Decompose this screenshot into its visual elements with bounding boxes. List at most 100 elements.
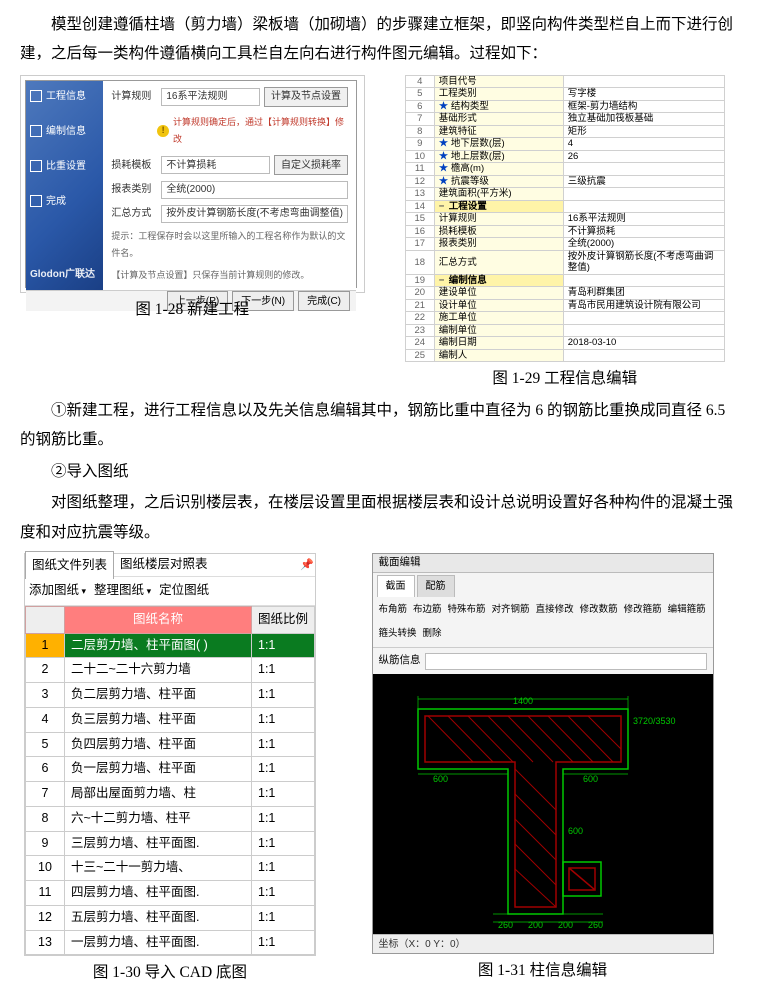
toolbar-button[interactable]: 直接修改 — [536, 601, 574, 619]
table-row[interactable]: 8建筑特征矩形 — [405, 125, 724, 138]
table-row[interactable]: 3负二层剪力墙、柱平面1:1 — [26, 683, 315, 708]
table-row[interactable]: 7基础形式独立基础加筏板基础 — [405, 113, 724, 126]
table-row[interactable]: 4项目代号 — [405, 75, 724, 88]
table-row[interactable]: 7局部出屋面剪力墙、柱1:1 — [26, 782, 315, 807]
dim-b1: 260 — [498, 920, 513, 930]
rebar-info-input[interactable] — [425, 653, 707, 670]
table-row[interactable]: 23编制单位 — [405, 324, 724, 337]
toolbar-button[interactable]: 布边筋 — [413, 601, 442, 619]
project-info-table: 4项目代号5工程类别写字楼6★ 结构类型框架-剪力墙结构7基础形式独立基础加筏板… — [405, 75, 725, 363]
dim-right: 600 — [583, 774, 598, 784]
cad-canvas[interactable]: 1400 600 600 600 260 200 200 260 3720/35… — [373, 674, 713, 934]
drawing-list-panel: 图纸文件列表 图纸楼层对照表 📌 添加图纸 整理图纸 定位图纸 图纸名称 图纸比… — [24, 553, 316, 956]
status-bar: 坐标（X：0 Y：0） — [373, 934, 713, 953]
para-step2b: 对图纸整理，之后识别楼层表，在楼层设置里面根据楼层表和设计总说明设置好各种构件的… — [20, 488, 737, 547]
wizard-hint-2: 【计算及节点设置】只保存当前计算规则的修改。 — [111, 267, 348, 284]
table-row[interactable]: 9三层剪力墙、柱平面图.1:1 — [26, 831, 315, 856]
table-row[interactable]: 11★ 檐高(m) — [405, 163, 724, 176]
toolbar-button[interactable]: 特殊布筋 — [448, 601, 486, 619]
toolbar-button[interactable]: 修改箍筋 — [624, 601, 662, 619]
loss-template-label: 损耗模板 — [111, 156, 157, 175]
tab-section[interactable]: 截面 — [377, 575, 415, 597]
brand-label: Glodon广联达 — [30, 265, 99, 284]
dim-rvert: 600 — [568, 826, 583, 836]
finish-button[interactable]: 完成(C) — [298, 291, 350, 311]
figure-128-frame: 工程信息 编制信息 比重设置 完成 Glodon广联达 计算规则 16系平法规则… — [20, 75, 365, 293]
caption-129: 图 1-29 工程信息编辑 — [492, 364, 637, 393]
dim-top: 1400 — [513, 696, 533, 706]
table-row[interactable]: 24编制日期2018-03-10 — [405, 337, 724, 350]
report-type-select[interactable]: 全统(2000) — [161, 181, 348, 199]
dim-left: 600 — [433, 774, 448, 784]
add-drawing-menu[interactable]: 添加图纸 — [29, 579, 86, 603]
table-row[interactable]: 6★ 结构类型框架-剪力墙结构 — [405, 100, 724, 113]
rebar-info-label: 纵筋信息 — [379, 651, 421, 671]
loss-template-select[interactable]: 不计算损耗 — [161, 156, 270, 174]
table-row[interactable]: 12★ 抗震等级三级抗震 — [405, 175, 724, 188]
table-row[interactable]: 2二十二~二十六剪力墙1:1 — [26, 658, 315, 683]
toolbar-button[interactable]: 删除 — [423, 625, 442, 643]
table-row[interactable]: 16损耗模板不计算损耗 — [405, 225, 724, 238]
editor-title: 截面编辑 — [373, 554, 713, 573]
warn-row: ! 计算规则确定后，通过【计算规则转换】修改 — [157, 114, 348, 148]
pin-icon[interactable]: 📌 — [299, 555, 315, 576]
warning-icon: ! — [157, 125, 169, 137]
dim-far: 3720/3530 — [633, 716, 676, 726]
toolbar-button[interactable]: 编辑箍筋 — [668, 601, 706, 619]
toolbar-button[interactable]: 对齐钢筋 — [492, 601, 530, 619]
custom-loss-button[interactable]: 自定义损耗率 — [274, 155, 348, 175]
dim-b2: 200 — [528, 920, 543, 930]
table-row[interactable]: 17报表类别全统(2000) — [405, 238, 724, 251]
report-type-label: 报表类别 — [111, 180, 157, 199]
tab-floor-map[interactable]: 图纸楼层对照表 — [114, 551, 214, 579]
wizard-step-2[interactable]: 编制信息 — [30, 122, 99, 141]
wizard-step-3[interactable]: 比重设置 — [30, 157, 99, 176]
table-row[interactable]: 9★ 地下层数(层)4 — [405, 138, 724, 151]
caption-131: 图 1-31 柱信息编辑 — [478, 956, 607, 985]
wizard-step-4[interactable]: 完成 — [30, 192, 99, 211]
summary-mode-label: 汇总方式 — [111, 204, 157, 223]
editor-toolbar: 布角筋布边筋特殊布筋对齐钢筋直接修改修改数筋修改箍筋编辑箍筋箍头转换删除 — [373, 597, 713, 648]
table-row[interactable]: 4负三层剪力墙、柱平面1:1 — [26, 707, 315, 732]
caption-130: 图 1-30 导入 CAD 底图 — [93, 958, 247, 987]
tab-rebar[interactable]: 配筋 — [417, 575, 455, 597]
para-step2: ②导入图纸 — [20, 457, 737, 486]
table-row[interactable]: 5负四层剪力墙、柱平面1:1 — [26, 732, 315, 757]
table-row[interactable]: 10十三~二十一剪力墙、1:1 — [26, 856, 315, 881]
summary-mode-select[interactable]: 按外皮计算钢筋长度(不考虑弯曲调整值) — [161, 205, 348, 223]
table-row[interactable]: 20建设单位青岛利群集团 — [405, 287, 724, 300]
table-row[interactable]: 6负一层剪力墙、柱平面1:1 — [26, 757, 315, 782]
table-row[interactable]: 15计算规则16系平法规则 — [405, 213, 724, 226]
table-row[interactable]: 5工程类别写字楼 — [405, 88, 724, 101]
tab-file-list[interactable]: 图纸文件列表 — [25, 551, 114, 580]
calc-node-button[interactable]: 计算及节点设置 — [264, 87, 348, 107]
new-project-wizard: 工程信息 编制信息 比重设置 完成 Glodon广联达 计算规则 16系平法规则… — [25, 80, 357, 288]
table-row[interactable]: 14−工程设置 — [405, 200, 724, 213]
table-row[interactable]: 13一层剪力墙、柱平面图.1:1 — [26, 930, 315, 955]
table-row[interactable]: 1二层剪力墙、柱平面图( )1:1 — [26, 633, 315, 658]
col-name: 图纸名称 — [65, 606, 252, 633]
toolbar-button[interactable]: 布角筋 — [379, 601, 408, 619]
table-row[interactable]: 21设计单位青岛市民用建筑设计院有限公司 — [405, 299, 724, 312]
wizard-step-1[interactable]: 工程信息 — [30, 87, 99, 106]
table-row[interactable]: 10★ 地上层数(层)26 — [405, 150, 724, 163]
table-row[interactable]: 11四层剪力墙、柱平面图.1:1 — [26, 881, 315, 906]
caption-128: 图 1-28 新建工程 — [135, 295, 249, 324]
table-row[interactable]: 18汇总方式按外皮计算钢筋长度(不考虑弯曲调整值) — [405, 250, 724, 274]
table-row[interactable]: 25编制人 — [405, 349, 724, 362]
table-row[interactable]: 22施工单位 — [405, 312, 724, 325]
sort-drawing-menu[interactable]: 整理图纸 — [94, 579, 151, 603]
toolbar-button[interactable]: 修改数筋 — [580, 601, 618, 619]
toolbar-button[interactable]: 箍头转换 — [379, 625, 417, 643]
table-row[interactable]: 8六~十二剪力墙、柱平1:1 — [26, 806, 315, 831]
table-row[interactable]: 19−编制信息 — [405, 274, 724, 287]
dim-b3: 200 — [558, 920, 573, 930]
locate-drawing-button[interactable]: 定位图纸 — [159, 579, 209, 603]
calc-rule-select[interactable]: 16系平法规则 — [161, 88, 260, 106]
wizard-sidebar: 工程信息 编制信息 比重设置 完成 Glodon广联达 — [26, 81, 103, 290]
table-row[interactable]: 13建筑面积(平方米) — [405, 188, 724, 201]
dim-b4: 260 — [588, 920, 603, 930]
para-intro: 模型创建遵循柱墙（剪力墙）梁板墙（加砌墙）的步骤建立框架，即竖向构件类型栏自上而… — [20, 10, 737, 69]
wizard-hint-1: 提示：工程保存时会以这里所输入的工程名称作为默认的文件名。 — [111, 228, 348, 262]
table-row[interactable]: 12五层剪力墙、柱平面图.1:1 — [26, 905, 315, 930]
